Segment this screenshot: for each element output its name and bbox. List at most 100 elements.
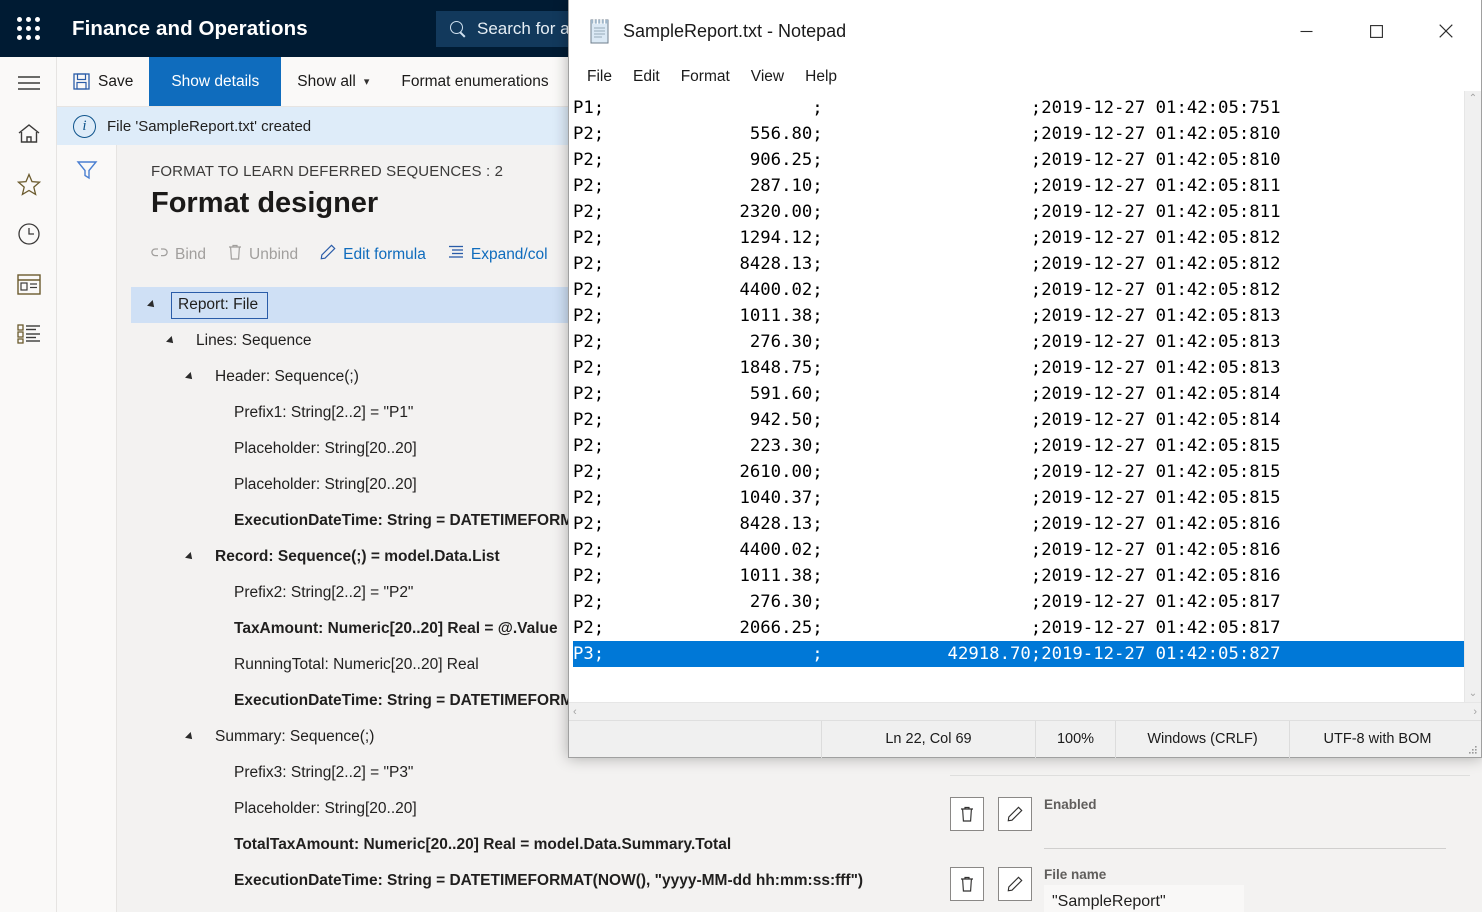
tree-node-label: Header: Sequence(;): [209, 366, 365, 388]
text-line[interactable]: P2; 8428.13; ;2019-12-27 01:42:05:816: [573, 511, 1464, 537]
text-line[interactable]: P2; 4400.02; ;2019-12-27 01:42:05:812: [573, 277, 1464, 303]
tree-row[interactable]: ExecutionDateTime: String = DATETIMEFORM…: [131, 863, 1482, 899]
properties-divider: [950, 775, 1470, 776]
caret-glyph: [185, 732, 195, 742]
minimize-button[interactable]: [1271, 0, 1341, 62]
star-icon[interactable]: [0, 159, 57, 209]
hamburger-menu-icon[interactable]: [0, 57, 57, 109]
notepad-title-bar[interactable]: SampleReport.txt - Notepad: [569, 0, 1481, 62]
unbind-button[interactable]: Unbind: [228, 244, 298, 265]
edit-enabled-button[interactable]: [998, 797, 1032, 831]
close-button[interactable]: [1411, 0, 1481, 62]
edit-formula-label: Edit formula: [343, 246, 426, 264]
home-icon[interactable]: [0, 109, 57, 159]
show-all-dropdown[interactable]: Show all ▾: [281, 57, 385, 106]
screen-root: Finance and Operations Search for a: [0, 0, 1482, 912]
page-title: Format designer: [151, 187, 378, 220]
format-enumerations-label: Format enumerations: [401, 73, 548, 91]
tree-row[interactable]: Prefix3: String[2..2] = "P3": [131, 755, 1482, 791]
file-name-input[interactable]: "SampleReport": [1044, 885, 1244, 912]
text-line[interactable]: P2; 906.25; ;2019-12-27 01:42:05:810: [573, 147, 1464, 173]
caret-glyph: [147, 300, 157, 310]
tree-node-label: TaxAmount: Numeric[20..20] Real = @.Valu…: [228, 618, 564, 640]
text-line[interactable]: P2; 4400.02; ;2019-12-27 01:42:05:816: [573, 537, 1464, 563]
text-line[interactable]: P2; 556.80; ;2019-12-27 01:42:05:810: [573, 121, 1464, 147]
resize-grip-icon[interactable]: [1465, 721, 1481, 758]
menu-item-edit[interactable]: Edit: [633, 68, 660, 86]
filter-icon[interactable]: [76, 159, 98, 186]
save-icon: [73, 73, 90, 90]
tree-node-label: RunningTotal: Numeric[20..20] Real: [228, 654, 485, 676]
tree-node-label: Lines: Sequence: [190, 330, 317, 352]
vertical-scrollbar[interactable]: ⌃ ⌄: [1464, 91, 1481, 702]
text-line[interactable]: P2; 8428.13; ;2019-12-27 01:42:05:812: [573, 251, 1464, 277]
tree-node-label: Prefix1: String[2..2] = "P1": [228, 402, 419, 424]
text-line-selected[interactable]: P3; ; 42918.70;2019-12-27 01:42:05:827: [573, 641, 1464, 667]
show-details-button[interactable]: Show details: [149, 57, 281, 106]
link-icon: [151, 246, 168, 264]
text-line[interactable]: P2; 942.50; ;2019-12-27 01:42:05:814: [573, 407, 1464, 433]
delete-file-name-button[interactable]: [950, 867, 984, 901]
menu-item-format[interactable]: Format: [681, 68, 730, 86]
text-line[interactable]: P2; 1294.12; ;2019-12-27 01:42:05:812: [573, 225, 1464, 251]
expand-caret-icon[interactable]: [187, 553, 209, 561]
tree-node-label: Record: Sequence(;) = model.Data.List: [209, 546, 506, 568]
maximize-button[interactable]: [1341, 0, 1411, 62]
navigation-rail: [0, 57, 57, 912]
pencil-icon: [320, 244, 336, 265]
notepad-text-area[interactable]: P1; ; ;2019-12-27 01:42:05:751P2; 556.80…: [569, 91, 1464, 702]
notepad-status-bar: Ln 22, Col 69 100% Windows (CRLF) UTF-8 …: [569, 720, 1481, 757]
menu-item-help[interactable]: Help: [805, 68, 837, 86]
chevron-down-icon: ▾: [364, 75, 370, 88]
format-enumerations-button[interactable]: Format enumerations: [385, 57, 564, 106]
enabled-input[interactable]: [1044, 815, 1446, 849]
save-label: Save: [98, 73, 133, 91]
tree-node-label: TotalTaxAmount: Numeric[20..20] Real = m…: [228, 834, 737, 856]
edit-file-name-button[interactable]: [998, 867, 1032, 901]
text-line[interactable]: P2; 591.60; ;2019-12-27 01:42:05:814: [573, 381, 1464, 407]
edit-formula-button[interactable]: Edit formula: [320, 244, 426, 265]
scroll-left-arrow-icon[interactable]: ‹: [573, 706, 577, 718]
menu-item-view[interactable]: View: [751, 68, 784, 86]
save-button[interactable]: Save: [57, 57, 149, 106]
list-icon: [448, 245, 464, 264]
scroll-up-arrow-icon[interactable]: ⌃: [1469, 94, 1477, 104]
horizontal-scrollbar[interactable]: ‹ ›: [569, 702, 1481, 720]
text-line[interactable]: P2; 1011.38; ;2019-12-27 01:42:05:813: [573, 303, 1464, 329]
expand-caret-icon[interactable]: [168, 337, 190, 345]
file-name-field-group: File name "SampleReport": [1044, 867, 1244, 912]
text-line[interactable]: P2; 1040.37; ;2019-12-27 01:42:05:815: [573, 485, 1464, 511]
expand-collapse-button[interactable]: Expand/col: [448, 245, 548, 264]
caret-glyph: [166, 336, 176, 346]
text-line[interactable]: P2; 276.30; ;2019-12-27 01:42:05:817: [573, 589, 1464, 615]
workspace-icon[interactable]: [0, 259, 57, 309]
text-line[interactable]: P2; 2320.00; ;2019-12-27 01:42:05:811: [573, 199, 1464, 225]
menu-item-file[interactable]: File: [587, 68, 612, 86]
modules-list-icon[interactable]: [0, 309, 57, 359]
bind-button[interactable]: Bind: [151, 246, 206, 264]
caret-glyph: [185, 372, 195, 382]
app-launcher-icon[interactable]: [0, 0, 56, 57]
text-line[interactable]: P2; 223.30; ;2019-12-27 01:42:05:815: [573, 433, 1464, 459]
status-position: Ln 22, Col 69: [821, 721, 1035, 758]
text-line[interactable]: P2; 2066.25; ;2019-12-27 01:42:05:817: [573, 615, 1464, 641]
expand-caret-icon[interactable]: [149, 301, 171, 309]
text-line[interactable]: P2; 276.30; ;2019-12-27 01:42:05:813: [573, 329, 1464, 355]
search-icon: [450, 21, 467, 38]
expand-caret-icon[interactable]: [187, 733, 209, 741]
text-line[interactable]: P1; ; ;2019-12-27 01:42:05:751: [573, 95, 1464, 121]
text-line[interactable]: P2; 287.10; ;2019-12-27 01:42:05:811: [573, 173, 1464, 199]
scroll-down-arrow-icon[interactable]: ⌄: [1469, 689, 1477, 699]
text-line[interactable]: P2; 1848.75; ;2019-12-27 01:42:05:813: [573, 355, 1464, 381]
tree-node-label: Placeholder: String[20..20]: [228, 438, 423, 460]
delete-enabled-button[interactable]: [950, 797, 984, 831]
scroll-right-arrow-icon[interactable]: ›: [1473, 706, 1477, 718]
status-zoom: 100%: [1035, 721, 1115, 758]
text-line[interactable]: P2; 1011.38; ;2019-12-27 01:42:05:816: [573, 563, 1464, 589]
notepad-icon: [589, 18, 611, 44]
search-placeholder: Search for a: [477, 19, 570, 39]
text-line[interactable]: P2; 2610.00; ;2019-12-27 01:42:05:815: [573, 459, 1464, 485]
expand-caret-icon[interactable]: [187, 373, 209, 381]
clock-icon[interactable]: [0, 209, 57, 259]
property-row-file-name: File name "SampleReport": [950, 867, 1244, 912]
